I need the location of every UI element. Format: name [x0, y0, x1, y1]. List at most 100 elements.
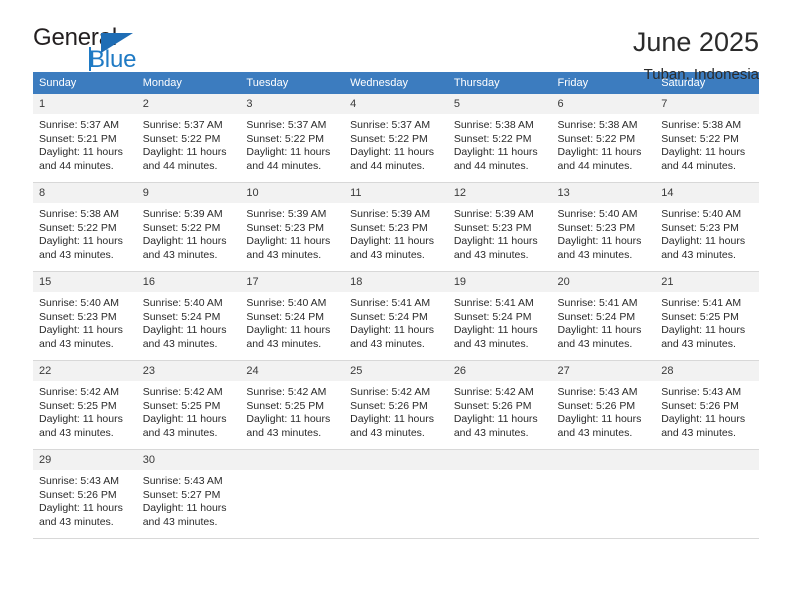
daylight-text: Daylight: 11 hours and 43 minutes.	[453, 413, 538, 439]
daylight-text: Daylight: 11 hours and 43 minutes.	[661, 235, 746, 261]
day-number: 30	[136, 450, 241, 470]
day-details: Sunrise: 5:43 AM Sunset: 5:26 PM Daylight:…	[655, 381, 759, 440]
day-details: Sunrise: 5:43 AM Sunset: 5:26 PM Daylight:…	[33, 470, 137, 529]
calendar-day-cell[interactable]: 2 Sunrise: 5:37 AM Sunset: 5:22 PM Daylight…	[136, 94, 241, 183]
calendar-day-cell[interactable]: 24 Sunrise: 5:42 AM Sunset: 5:25 PM Dayligh…	[240, 360, 345, 450]
sunset-text: Sunset: 5:22 PM	[39, 221, 117, 234]
sunrise-text: Sunrise: 5:38 AM	[661, 119, 742, 131]
calendar-day-cell[interactable]: 11 Sunrise: 5:39 AM Sunset: 5:23 PM Dayligh…	[344, 182, 448, 272]
sunset-text: Sunset: 5:25 PM	[39, 399, 117, 412]
sunrise-text: Sunrise: 5:42 AM	[142, 386, 223, 398]
calendar-day-cell[interactable]: 14 Sunrise: 5:40 AM Sunset: 5:23 PM Dayligh…	[655, 182, 759, 272]
sunrise-text: Sunrise: 5:39 AM	[246, 208, 327, 220]
daylight-text: Daylight: 11 hours and 43 minutes.	[557, 413, 642, 439]
sunrise-text: Sunrise: 5:43 AM	[557, 386, 638, 398]
calendar-day-cell[interactable]: 19 Sunrise: 5:41 AM Sunset: 5:24 PM Dayligh…	[447, 271, 552, 361]
day-number: 21	[655, 272, 759, 292]
day-details: Sunrise: 5:41 AM Sunset: 5:24 PM Daylight:…	[448, 292, 552, 351]
calendar-day-cell[interactable]: 3 Sunrise: 5:37 AM Sunset: 5:22 PM Daylight…	[240, 94, 345, 183]
calendar-day-cell[interactable]: 26 Sunrise: 5:42 AM Sunset: 5:26 PM Dayligh…	[447, 360, 552, 450]
calendar-day-cell[interactable]: 17 Sunrise: 5:40 AM Sunset: 5:24 PM Dayligh…	[240, 271, 345, 361]
calendar-day-cell[interactable]: 5 Sunrise: 5:38 AM Sunset: 5:22 PM Daylight…	[447, 94, 552, 183]
day-details: Sunrise: 5:40 AM Sunset: 5:24 PM Daylight:…	[137, 292, 241, 351]
daylight-text: Daylight: 11 hours and 43 minutes.	[142, 502, 227, 528]
daylight-text: Daylight: 11 hours and 43 minutes.	[350, 413, 434, 439]
day-details: Sunrise: 5:39 AM Sunset: 5:23 PM Daylight:…	[448, 203, 552, 262]
calendar-day-cell[interactable]: 10 Sunrise: 5:39 AM Sunset: 5:23 PM Dayligh…	[240, 182, 345, 272]
calendar-week-row: 8 Sunrise: 5:38 AM Sunset: 5:22 PM Daylight…	[33, 182, 759, 272]
calendar-day-cell[interactable]: 6 Sunrise: 5:38 AM Sunset: 5:22 PM Daylight…	[551, 94, 656, 183]
day-details: Sunrise: 5:40 AM Sunset: 5:23 PM Daylight:…	[552, 203, 656, 262]
day-details: Sunrise: 5:37 AM Sunset: 5:21 PM Daylight:…	[33, 114, 137, 173]
calendar-day-cell[interactable]: 28 Sunrise: 5:43 AM Sunset: 5:26 PM Dayligh…	[655, 360, 759, 450]
sunset-text: Sunset: 5:26 PM	[557, 399, 636, 412]
page-title: June 2025	[632, 27, 759, 57]
sunset-text: Sunset: 5:25 PM	[142, 399, 221, 412]
calendar-day-cell[interactable]: 27 Sunrise: 5:43 AM Sunset: 5:26 PM Dayligh…	[551, 360, 656, 450]
sunrise-text: Sunrise: 5:39 AM	[142, 208, 223, 220]
daylight-text: Daylight: 11 hours and 44 minutes.	[142, 146, 227, 172]
sunset-text: Sunset: 5:22 PM	[142, 132, 221, 145]
day-details: Sunrise: 5:38 AM Sunset: 5:22 PM Daylight:…	[552, 114, 656, 173]
daylight-text: Daylight: 11 hours and 43 minutes.	[39, 324, 123, 350]
daylight-text: Daylight: 11 hours and 44 minutes.	[453, 146, 538, 172]
calendar-day-cell[interactable]: 13 Sunrise: 5:40 AM Sunset: 5:23 PM Dayligh…	[551, 182, 656, 272]
calendar-empty-cell	[240, 449, 345, 539]
weekday-header-tuesday: Tuesday	[240, 72, 345, 94]
daylight-text: Daylight: 11 hours and 44 minutes.	[557, 146, 642, 172]
sunset-text: Sunset: 5:26 PM	[350, 399, 428, 412]
calendar-day-cell[interactable]: 30 Sunrise: 5:43 AM Sunset: 5:27 PM Dayligh…	[136, 449, 241, 539]
sunrise-text: Sunrise: 5:39 AM	[350, 208, 431, 220]
day-number: 27	[551, 361, 656, 381]
sunset-text: Sunset: 5:25 PM	[246, 399, 325, 412]
day-number: 20	[551, 272, 656, 292]
title-block: June 2025 Tuban, Indonesia	[632, 26, 759, 82]
daylight-text: Daylight: 11 hours and 43 minutes.	[39, 235, 123, 261]
day-details: Sunrise: 5:41 AM Sunset: 5:24 PM Daylight:…	[552, 292, 656, 351]
sunset-text: Sunset: 5:22 PM	[557, 132, 636, 145]
day-number: 18	[344, 272, 448, 292]
calendar-day-cell[interactable]: 20 Sunrise: 5:41 AM Sunset: 5:24 PM Dayligh…	[551, 271, 656, 361]
brand-logo[interactable]: General Blue	[33, 26, 153, 72]
day-number: 8	[33, 183, 137, 203]
day-number: 17	[240, 272, 345, 292]
sunset-text: Sunset: 5:24 PM	[246, 310, 325, 323]
day-details: Sunrise: 5:42 AM Sunset: 5:25 PM Daylight:…	[33, 381, 137, 440]
day-details: Sunrise: 5:38 AM Sunset: 5:22 PM Daylight:…	[448, 114, 552, 173]
day-number: 22	[33, 361, 137, 381]
calendar-day-cell[interactable]: 4 Sunrise: 5:37 AM Sunset: 5:22 PM Daylight…	[344, 94, 448, 183]
calendar-day-cell[interactable]: 15 Sunrise: 5:40 AM Sunset: 5:23 PM Dayligh…	[33, 271, 137, 361]
day-number: 10	[240, 183, 345, 203]
day-number: 13	[551, 183, 656, 203]
daylight-text: Daylight: 11 hours and 43 minutes.	[350, 324, 434, 350]
calendar-day-cell[interactable]: 7 Sunrise: 5:38 AM Sunset: 5:22 PM Daylight…	[655, 94, 759, 183]
calendar-day-cell[interactable]: 23 Sunrise: 5:42 AM Sunset: 5:25 PM Dayligh…	[136, 360, 241, 450]
day-number: 14	[655, 183, 759, 203]
calendar-day-cell[interactable]: 21 Sunrise: 5:41 AM Sunset: 5:25 PM Dayligh…	[655, 271, 759, 361]
calendar-day-cell[interactable]: 12 Sunrise: 5:39 AM Sunset: 5:23 PM Dayligh…	[447, 182, 552, 272]
calendar-day-cell[interactable]: 22 Sunrise: 5:42 AM Sunset: 5:25 PM Dayligh…	[33, 360, 137, 450]
day-number: 26	[447, 361, 552, 381]
daylight-text: Daylight: 11 hours and 43 minutes.	[661, 324, 746, 350]
calendar-day-cell[interactable]: 9 Sunrise: 5:39 AM Sunset: 5:22 PM Daylight…	[136, 182, 241, 272]
calendar-day-cell[interactable]: 18 Sunrise: 5:41 AM Sunset: 5:24 PM Dayligh…	[344, 271, 448, 361]
day-number	[240, 450, 345, 470]
calendar-day-cell[interactable]: 16 Sunrise: 5:40 AM Sunset: 5:24 PM Dayligh…	[136, 271, 241, 361]
calendar-day-cell[interactable]: 29 Sunrise: 5:43 AM Sunset: 5:26 PM Dayligh…	[33, 449, 137, 539]
daylight-text: Daylight: 11 hours and 44 minutes.	[661, 146, 746, 172]
day-number: 1	[33, 94, 137, 114]
day-number: 23	[136, 361, 241, 381]
calendar-body: 1 Sunrise: 5:37 AM Sunset: 5:21 PM Daylight…	[33, 94, 759, 539]
calendar-day-cell[interactable]: 8 Sunrise: 5:38 AM Sunset: 5:22 PM Daylight…	[33, 182, 137, 272]
brand-name-blue: Blue	[89, 46, 137, 73]
daylight-text: Daylight: 11 hours and 43 minutes.	[661, 413, 746, 439]
weekday-header-monday: Monday	[136, 72, 241, 94]
calendar-page: General Blue June 2025 Tuban, Indonesia …	[0, 0, 792, 612]
sunrise-text: Sunrise: 5:39 AM	[453, 208, 534, 220]
calendar-day-cell[interactable]: 1 Sunrise: 5:37 AM Sunset: 5:21 PM Daylight…	[33, 94, 137, 183]
sunset-text: Sunset: 5:23 PM	[39, 310, 117, 323]
calendar-day-cell[interactable]: 25 Sunrise: 5:42 AM Sunset: 5:26 PM Dayligh…	[344, 360, 448, 450]
day-details: Sunrise: 5:39 AM Sunset: 5:23 PM Daylight:…	[344, 203, 448, 262]
sunset-text: Sunset: 5:22 PM	[142, 221, 221, 234]
calendar-table: Sunday Monday Tuesday Wednesday Thursday…	[33, 72, 759, 539]
